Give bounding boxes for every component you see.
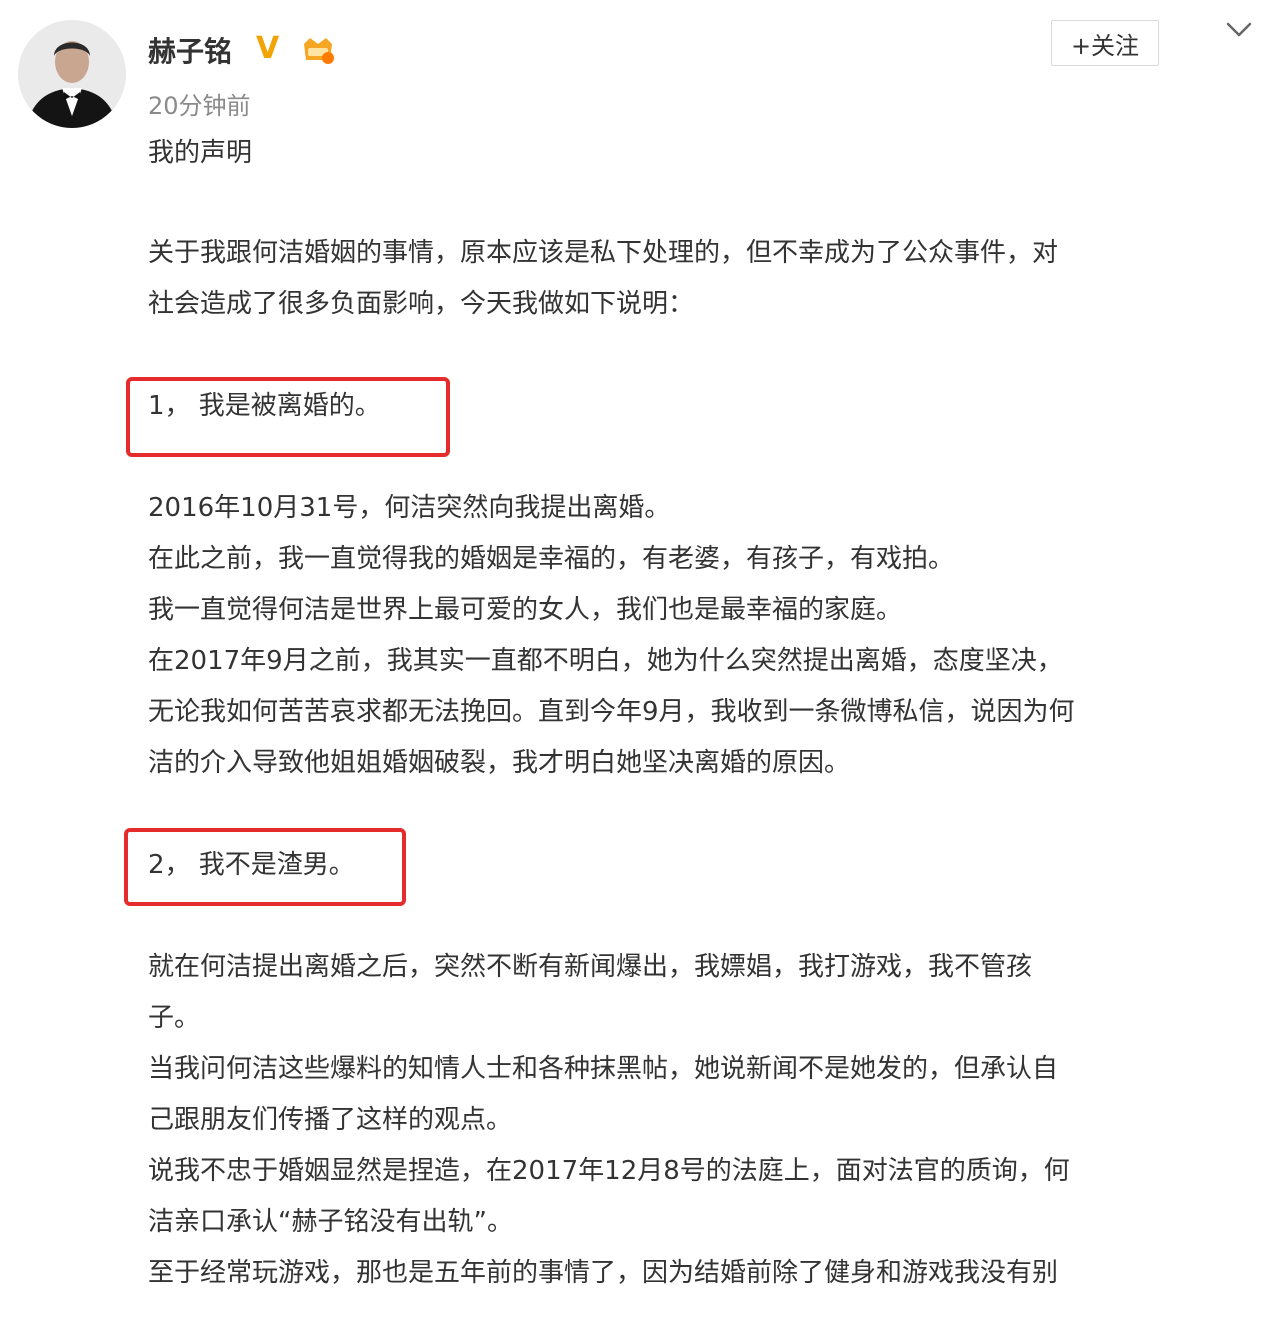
follow-button-label: +关注: [1070, 31, 1140, 60]
point-2-row: 2， 我不是渣男。: [124, 828, 1258, 906]
post-content: 关于我跟何洁婚姻的事情，原本应该是私下处理的，但不幸成为了公众事件，对 社会造成…: [124, 228, 1258, 1299]
point-1: 1， 我是被离婚的。: [126, 377, 450, 457]
highlight-box-1: [126, 377, 450, 457]
username[interactable]: 赫子铭: [148, 30, 232, 70]
section-2-line: 说我不忠于婚姻显然是捏造，在2017年12月8号的法庭上，面对法官的质询，何: [148, 1156, 1070, 1186]
post-timestamp[interactable]: 20分钟前: [148, 86, 251, 121]
intro-line: 社会造成了很多负面影响，今天我做如下说明：: [148, 289, 695, 319]
verified-v-icon: V: [256, 31, 280, 66]
section-2-line: 至于经常玩游戏，那也是五年前的事情了，因为结婚前除了健身和游戏我没有别: [148, 1258, 1059, 1288]
post-title: 我的声明: [148, 138, 253, 168]
chevron-down-icon[interactable]: [1224, 18, 1254, 42]
avatar-image: [18, 20, 126, 128]
point-2: 2， 我不是渣男。: [124, 828, 406, 906]
section-2-line: 子。: [148, 1003, 201, 1033]
highlight-box-2: [124, 828, 406, 906]
section-1-line: 洁的介入导致他姐姐婚姻破裂，我才明白她坚决离婚的原因。: [148, 748, 851, 778]
follow-button[interactable]: +关注: [1051, 20, 1159, 66]
section-1-line: 我一直觉得何洁是世界上最可爱的女人，我们也是最幸福的家庭。: [148, 595, 903, 625]
vip-icon[interactable]: [300, 34, 336, 66]
section-2-line: 当我问何洁这些爆料的知情人士和各种抹黑帖，她说新闻不是她发的，但承认自: [148, 1054, 1059, 1084]
section-2-line: 洁亲口承认“赫子铭没有出轨”。: [148, 1207, 513, 1237]
section-2-line: 就在何洁提出离婚之后，突然不断有新闻爆出，我嫖娼，我打游戏，我不管孩: [148, 952, 1033, 982]
point-1-row: 1， 我是被离婚的。: [126, 377, 1258, 457]
intro-line: 关于我跟何洁婚姻的事情，原本应该是私下处理的，但不幸成为了公众事件，对: [148, 238, 1059, 268]
section-1-line: 2016年10月31号，何洁突然向我提出离婚。: [148, 493, 671, 523]
section-1-line: 无论我如何苦苦哀求都无法挽回。直到今年9月，我收到一条微博私信，说因为何: [148, 697, 1075, 727]
avatar[interactable]: [18, 20, 126, 128]
section-1-line: 在此之前，我一直觉得我的婚姻是幸福的，有老婆，有孩子，有戏拍。: [148, 544, 955, 574]
section-2-line: 己跟朋友们传播了这样的观点。: [148, 1105, 513, 1135]
section-1-line: 在2017年9月之前，我其实一直都不明白，她为什么突然提出离婚，态度坚决，: [148, 646, 1063, 676]
